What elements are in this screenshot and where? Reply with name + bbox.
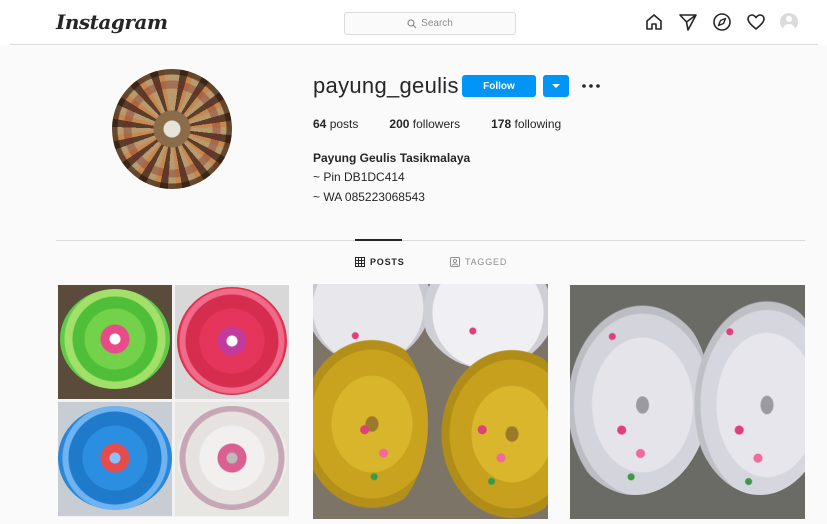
- red-umbrella-image: [177, 287, 287, 395]
- post-image-quadrant: [175, 402, 289, 516]
- more-options-button[interactable]: [581, 77, 601, 95]
- post-thumbnail[interactable]: [570, 285, 805, 519]
- bio-line: ~ WA 085223068543: [313, 190, 425, 204]
- bio-line: ~ Pin DB1DC414: [313, 170, 405, 184]
- floral-pattern: [570, 285, 805, 519]
- tab-posts-label: POSTS: [370, 257, 405, 267]
- grid-icon: [355, 257, 365, 267]
- direct-icon[interactable]: [678, 12, 698, 32]
- explore-icon[interactable]: [712, 12, 732, 32]
- suggested-accounts-button[interactable]: [543, 75, 569, 97]
- floral-pattern: [313, 284, 548, 519]
- posts-count-label: posts: [329, 117, 359, 131]
- following-count-value: 178: [491, 117, 512, 131]
- top-navigation-bar: Instagram Search: [0, 0, 827, 45]
- nav-icons: [644, 12, 798, 32]
- posts-count-value: 64: [313, 117, 327, 131]
- follow-button[interactable]: Follow: [462, 75, 536, 97]
- post-image-quadrant: [58, 402, 172, 516]
- post-thumbnail[interactable]: [58, 285, 289, 517]
- posts-count: 64 posts: [313, 117, 358, 131]
- post-thumbnail[interactable]: [313, 284, 548, 519]
- green-umbrella-image: [60, 289, 170, 389]
- post-image-quadrant: [58, 285, 172, 399]
- profile-avatar-icon[interactable]: [780, 13, 798, 31]
- instagram-logo[interactable]: Instagram: [56, 10, 168, 34]
- more-horizontal-icon: [582, 84, 600, 88]
- profile-avatar[interactable]: [112, 69, 232, 189]
- followers-count-value: 200: [389, 117, 410, 131]
- header-divider: [10, 44, 818, 45]
- search-icon: [407, 18, 417, 28]
- activity-heart-icon[interactable]: [746, 12, 766, 32]
- post-image-quadrant: [175, 285, 289, 399]
- following-count-label: following: [514, 117, 562, 131]
- profile-stats: 64 posts 200 followers 178 following: [313, 117, 592, 131]
- following-link[interactable]: 178 following: [491, 117, 561, 131]
- tab-tagged-label: TAGGED: [465, 257, 508, 267]
- active-tab-indicator: [355, 239, 402, 241]
- bio-full-name: Payung Geulis Tasikmalaya: [313, 151, 471, 165]
- tab-tagged[interactable]: TAGGED: [450, 257, 507, 267]
- search-input[interactable]: Search: [344, 12, 516, 35]
- profile-username: payung_geulis: [313, 73, 459, 98]
- chevron-down-icon: [552, 84, 560, 88]
- home-icon[interactable]: [644, 12, 664, 32]
- followers-link[interactable]: 200 followers: [389, 117, 460, 131]
- white-umbrella-image: [177, 406, 287, 510]
- tabs-divider: [56, 240, 805, 241]
- blue-umbrella-image: [58, 406, 172, 510]
- tab-posts[interactable]: POSTS: [355, 257, 405, 267]
- search-placeholder: Search: [421, 18, 453, 29]
- followers-count-label: followers: [412, 117, 461, 131]
- tagged-icon: [450, 257, 460, 267]
